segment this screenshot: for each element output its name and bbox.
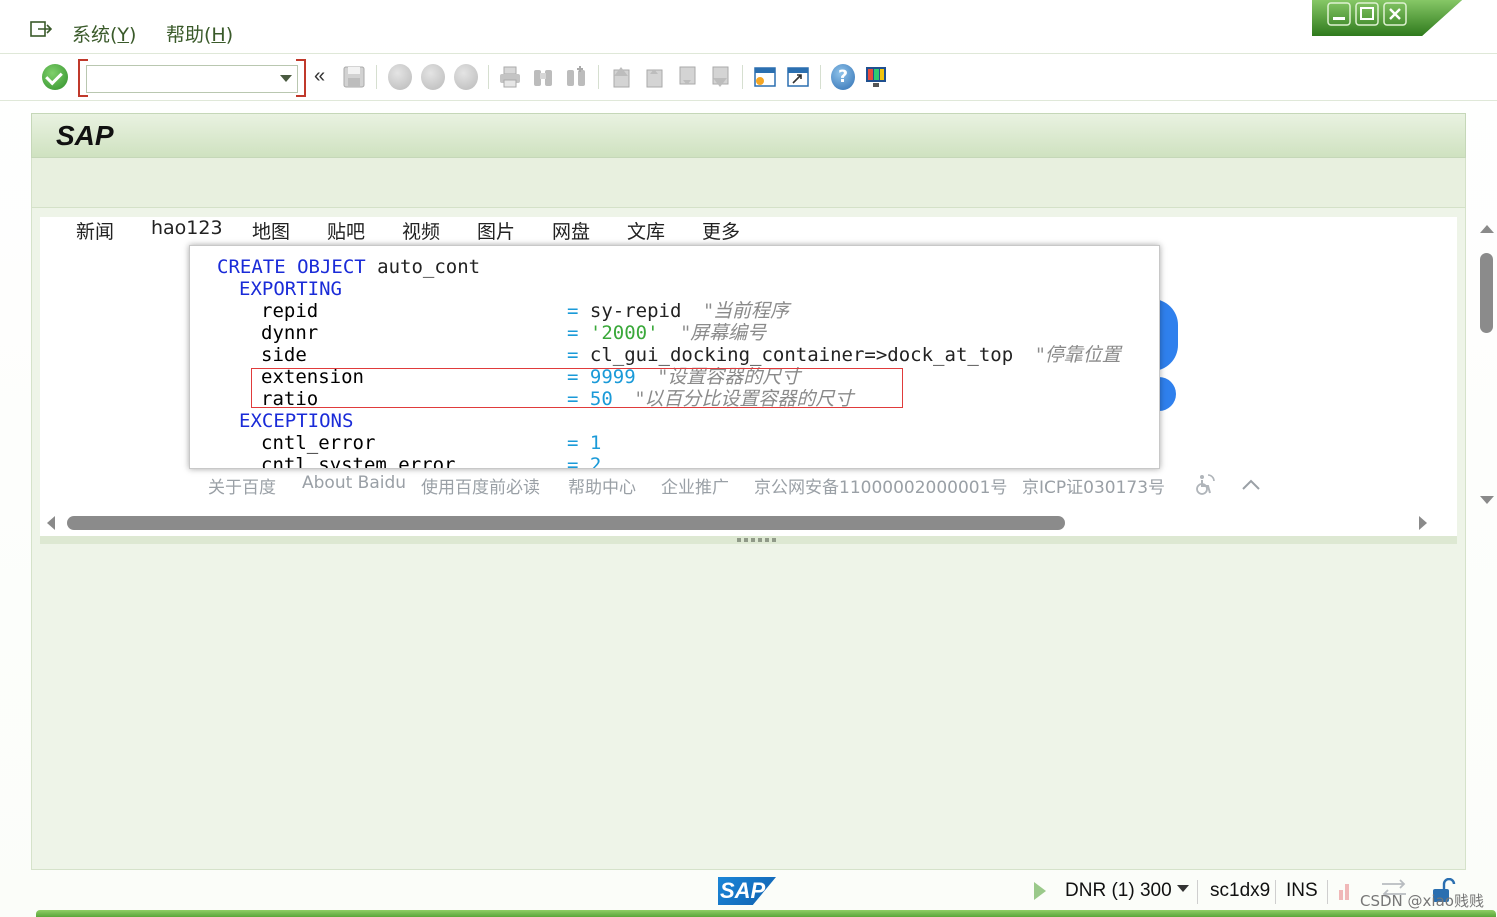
generate-shortcut-icon[interactable]: [786, 64, 810, 90]
response-time-icon: [1339, 884, 1349, 900]
program-info[interactable]: DNR (1) 300: [1065, 880, 1172, 902]
save-icon[interactable]: [342, 64, 366, 90]
code-param-name: cntl_system_error: [261, 454, 456, 469]
footer-link[interactable]: 关于百度: [208, 473, 276, 498]
sap-gui-window: 系统(Y) 帮助(H) « ? SAP 新闻 hao123 地图 贴吧 视频 图…: [0, 0, 1497, 917]
status-separator: [1197, 880, 1198, 904]
nav-link[interactable]: 新闻: [76, 217, 114, 244]
menu-bar: 系统(Y) 帮助(H): [0, 0, 1497, 54]
nav-link[interactable]: 视频: [402, 217, 440, 244]
container-splitter[interactable]: [40, 536, 1457, 544]
previous-page-icon[interactable]: [642, 64, 666, 90]
scroll-left-icon[interactable]: [47, 516, 55, 530]
toolbar-separator: [376, 65, 377, 89]
chevron-up-icon[interactable]: [1240, 475, 1262, 495]
title-bar: SAP: [31, 113, 1466, 158]
scroll-up-icon[interactable]: [1480, 225, 1494, 233]
cancel-icon[interactable]: [454, 64, 478, 90]
next-page-icon[interactable]: [675, 64, 699, 90]
code-param-name: side: [261, 344, 307, 366]
scroll-right-icon[interactable]: [1419, 516, 1427, 530]
collapse-command-icon[interactable]: «: [314, 65, 325, 88]
find-next-icon[interactable]: [564, 64, 588, 90]
help-icon[interactable]: ?: [831, 64, 855, 90]
toolbar-separator: [742, 65, 743, 89]
insert-mode[interactable]: INS: [1286, 880, 1318, 902]
print-icon[interactable]: [498, 64, 522, 90]
toolbar-separator: [598, 65, 599, 89]
find-icon[interactable]: [531, 64, 555, 90]
footer-link[interactable]: 使用百度前必读: [421, 473, 540, 498]
back-icon[interactable]: [388, 64, 412, 90]
window-bottom-edge: [36, 910, 1496, 917]
create-session-icon[interactable]: [753, 64, 777, 90]
highlight-annotation-box: [251, 368, 903, 408]
footer-link[interactable]: About Baidu: [302, 473, 406, 493]
sap-logo: SAP: [718, 877, 776, 905]
code-param-name: repid: [261, 300, 319, 322]
enter-check-icon[interactable]: [42, 64, 68, 90]
application-toolbar: [31, 158, 1466, 208]
command-dropdown-icon[interactable]: [280, 75, 292, 82]
toolbar-separator: [820, 65, 821, 89]
code-param-value: = 2: [567, 454, 602, 469]
page-title: SAP: [56, 120, 114, 151]
menu-system[interactable]: 系统(Y): [72, 20, 136, 47]
code-param-value: = cl_gui_docking_container=>dock_at_top …: [567, 344, 1121, 366]
status-separator: [1327, 880, 1328, 904]
menu-help[interactable]: 帮助(H): [166, 20, 233, 47]
chevron-down-icon[interactable]: [1177, 885, 1189, 892]
code-param-name: dynnr: [261, 322, 319, 344]
code-param-name: cntl_error: [261, 432, 376, 454]
vertical-scrollbar[interactable]: [1477, 217, 1497, 512]
toolbar-separator: [488, 65, 489, 89]
nav-link[interactable]: 图片: [477, 217, 515, 244]
system-info-toggle-icon[interactable]: [1034, 882, 1046, 900]
status-separator: [1275, 880, 1276, 904]
code-line: EXCEPTIONS: [239, 410, 354, 432]
menu-exit-icon[interactable]: [30, 20, 52, 38]
abap-code-snippet: CREATE OBJECT auto_cont EXPORTING repid …: [189, 245, 1160, 469]
nav-link[interactable]: hao123: [151, 217, 223, 239]
footer-link[interactable]: 帮助中心: [568, 473, 636, 498]
first-page-icon[interactable]: [609, 64, 633, 90]
accessibility-icon[interactable]: [1193, 473, 1217, 497]
code-param-value: = sy-repid "当前程序: [567, 300, 790, 322]
footer-link[interactable]: 京公网安备11000002000001号: [754, 473, 1007, 498]
horizontal-scrollbar[interactable]: [40, 511, 1436, 535]
last-page-icon[interactable]: [708, 64, 732, 90]
command-field-frame: [78, 59, 306, 97]
scrollbar-thumb[interactable]: [67, 516, 1065, 530]
nav-link[interactable]: 更多: [702, 217, 740, 244]
command-field[interactable]: [86, 65, 298, 93]
scrollbar-thumb[interactable]: [1480, 253, 1493, 333]
exit-icon[interactable]: [421, 64, 445, 90]
splitter-grip[interactable]: [737, 538, 779, 542]
system-toolbar: « ?: [0, 55, 1497, 101]
nav-link[interactable]: 贴吧: [327, 217, 365, 244]
footer-link[interactable]: 京ICP证030173号: [1022, 473, 1165, 498]
watermark: CSDN @xiao贱贱: [1360, 892, 1484, 910]
customize-layout-icon[interactable]: [864, 64, 888, 90]
nav-link[interactable]: 文库: [627, 217, 665, 244]
nav-link[interactable]: 网盘: [552, 217, 590, 244]
code-param-value: = '2000' "屏幕编号: [567, 322, 767, 344]
code-param-value: = 1: [567, 432, 602, 454]
server-name: sc1dx9: [1210, 880, 1271, 901]
footer-link[interactable]: 企业推广: [661, 473, 729, 498]
code-line: EXPORTING: [239, 278, 342, 300]
window-controls: [1312, 0, 1462, 36]
nav-link[interactable]: 地图: [252, 217, 290, 244]
code-line: CREATE OBJECT auto_cont: [217, 256, 481, 278]
scroll-down-icon[interactable]: [1480, 496, 1494, 504]
